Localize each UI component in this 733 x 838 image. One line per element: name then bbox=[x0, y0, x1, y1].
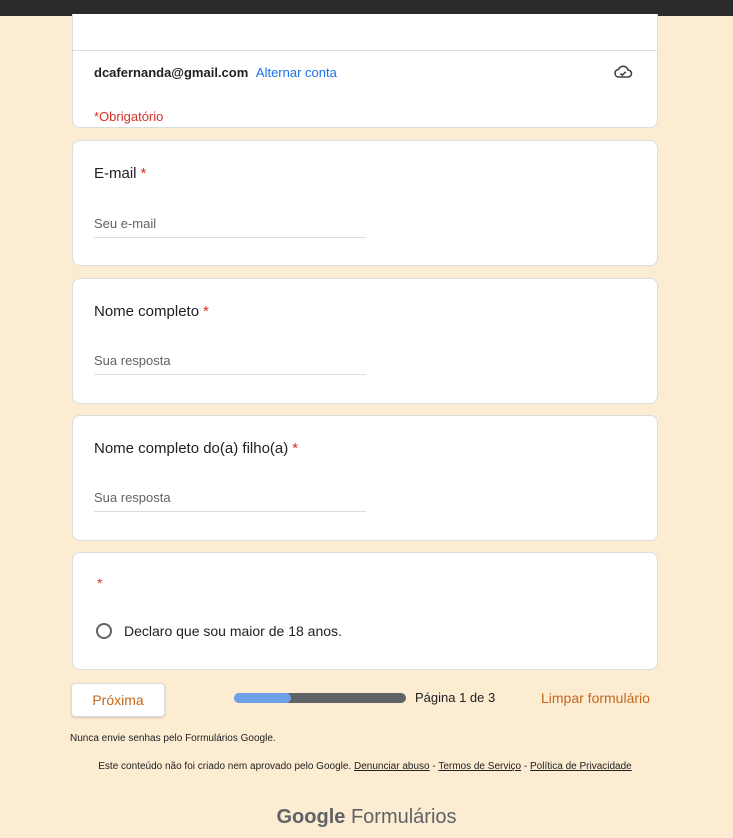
account-card: dcafernanda@gmail.com Alternar conta *Ob… bbox=[72, 14, 658, 128]
age-declaration-option[interactable]: Declaro que sou maior de 18 anos. bbox=[124, 623, 342, 639]
email-field[interactable]: Seu e-mail bbox=[94, 216, 366, 238]
question-title: Nome completo * bbox=[94, 303, 209, 320]
cropped-title-text bbox=[60, 0, 580, 8]
required-star: * bbox=[292, 440, 299, 457]
question-title-text: E-mail bbox=[94, 165, 137, 182]
account-email: dcafernanda@gmail.com bbox=[94, 65, 249, 80]
question-title: Nome completo do(a) filho(a) * bbox=[94, 440, 298, 457]
question-age-declaration: * Declaro que sou maior de 18 anos. bbox=[72, 552, 658, 670]
required-star: * bbox=[140, 165, 147, 182]
separator: - bbox=[521, 761, 531, 772]
clear-form-link[interactable]: Limpar formulário bbox=[541, 690, 650, 706]
brand-forms: Formulários bbox=[350, 806, 457, 828]
google-forms-logo: Google Formulários bbox=[0, 806, 733, 829]
progress-fill bbox=[234, 693, 291, 703]
report-abuse-link[interactable]: Denunciar abuso bbox=[354, 761, 430, 772]
account-line: dcafernanda@gmail.com Alternar conta bbox=[94, 65, 337, 80]
next-button[interactable]: Próxima bbox=[71, 683, 165, 717]
progress-bar bbox=[234, 693, 406, 703]
cloud-saved-icon bbox=[614, 65, 633, 78]
full-name-input[interactable]: Sua resposta bbox=[94, 353, 366, 375]
privacy-link[interactable]: Política de Privacidade bbox=[530, 761, 632, 772]
question-child-name: Nome completo do(a) filho(a) * Sua respos… bbox=[72, 415, 658, 541]
question-title-text: Nome completo do(a) filho(a) bbox=[94, 440, 289, 457]
divider bbox=[73, 50, 657, 51]
page-indicator: Página 1 de 3 bbox=[415, 690, 496, 705]
question-email: E-mail * Seu e-mail bbox=[72, 140, 658, 266]
required-note: *Obrigatório bbox=[94, 109, 164, 124]
brand-google: Google bbox=[276, 806, 346, 828]
radio-unchecked-icon[interactable] bbox=[96, 623, 112, 639]
required-star: * bbox=[97, 575, 103, 591]
required-star: * bbox=[203, 303, 209, 320]
child-name-input[interactable]: Sua resposta bbox=[94, 490, 366, 512]
question-title: E-mail * bbox=[94, 165, 146, 182]
disclaimer-text: Este conteúdo não foi criado nem aprovad… bbox=[98, 761, 352, 772]
password-warning: Nunca envie senhas pelo Formulários Goog… bbox=[70, 733, 276, 744]
question-title-text: Nome completo bbox=[94, 303, 200, 320]
separator: - bbox=[429, 761, 439, 772]
switch-account-link[interactable]: Alternar conta bbox=[256, 65, 337, 80]
question-full-name: Nome completo * Sua resposta bbox=[72, 278, 658, 404]
terms-link[interactable]: Termos de Serviço bbox=[438, 761, 521, 772]
disclaimer: Este conteúdo não foi criado nem aprovad… bbox=[72, 761, 658, 773]
